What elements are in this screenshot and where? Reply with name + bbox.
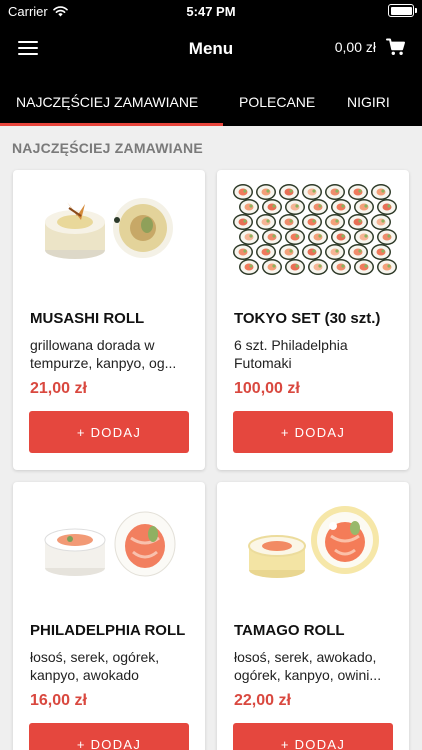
product-name: MUSASHI ROLL — [30, 310, 145, 327]
status-bar: Carrier 5:47 PM — [0, 0, 422, 22]
product-description: łosoś, serek, ogórek, kanpyo, awokado — [30, 649, 160, 683]
navigation-bar: Menu 0,00 zł — [0, 26, 422, 70]
cart-button[interactable]: 0,00 zł — [335, 38, 406, 56]
active-tab-indicator — [0, 123, 223, 126]
product-price: 16,00 zł — [30, 692, 87, 709]
product-description: grillowana dorada w tempurze, kanpyo, og… — [30, 337, 177, 371]
product-card[interactable]: TAMAGO ROLL łosoś, serek, awokado, ogóre… — [217, 482, 409, 750]
product-name: TAMAGO ROLL — [234, 622, 345, 639]
add-to-cart-button[interactable]: + DODAJ — [29, 723, 189, 750]
app-header: Carrier 5:47 PM Menu 0,00 zł NAJCZĘŚCIEJ… — [0, 0, 422, 126]
add-to-cart-button[interactable]: + DODAJ — [29, 411, 189, 453]
product-card[interactable]: TOKYO SET (30 szt.) 6 szt. Philadelphia … — [217, 170, 409, 470]
add-to-cart-button[interactable]: + DODAJ — [233, 723, 393, 750]
section-title: NAJCZĘŚCIEJ ZAMAWIANE — [12, 140, 203, 156]
product-description: łosoś, serek, awokado, ogórek, kanpyo, o… — [234, 649, 382, 683]
product-price: 22,00 zł — [234, 692, 291, 709]
product-description: 6 szt. Philadelphia Futomaki — [234, 337, 348, 371]
status-time: 5:47 PM — [186, 4, 236, 19]
product-name: TOKYO SET (30 szt.) — [234, 310, 381, 327]
shopping-cart-icon — [386, 38, 405, 55]
product-image — [45, 198, 173, 259]
category-tabs: NAJCZĘŚCIEJ ZAMAWIANE POLECANE NIGIRI — [0, 86, 422, 126]
tab-nigiri[interactable]: NIGIRI — [347, 94, 390, 110]
battery-icon — [388, 4, 417, 17]
cart-total: 0,00 zł — [334, 39, 376, 55]
product-price: 21,00 zł — [30, 380, 87, 397]
product-price: 100,00 zł — [234, 380, 300, 397]
product-card[interactable]: MUSASHI ROLL grillowana dorada w tempurz… — [13, 170, 205, 470]
tab-polecane[interactable]: POLECANE — [239, 94, 315, 110]
product-image — [233, 184, 397, 275]
add-to-cart-button[interactable]: + DODAJ — [233, 411, 393, 453]
tab-najczesciej-zamawiane[interactable]: NAJCZĘŚCIEJ ZAMAWIANE — [16, 94, 198, 110]
product-image — [248, 506, 379, 578]
product-image — [44, 511, 176, 577]
product-name: PHILADELPHIA ROLL — [30, 622, 186, 639]
product-card[interactable]: PHILADELPHIA ROLL łosoś, serek, ogórek, … — [13, 482, 205, 750]
